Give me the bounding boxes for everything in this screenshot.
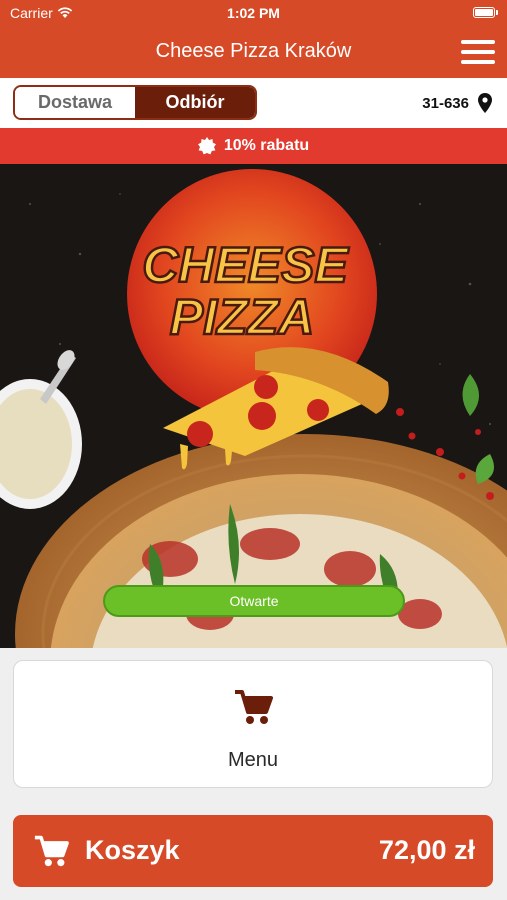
promo-banner: 10% rabatu: [0, 128, 507, 164]
order-mode-bar: Dostawa Odbiór 31-636: [0, 78, 507, 129]
menu-label: Menu: [227, 749, 279, 771]
cart-icon: [235, 690, 273, 724]
svg-text:CHEESE: CHEESE: [142, 237, 349, 293]
page-title: Cheese Pizza Kraków: [155, 40, 352, 62]
app-header: Cheese Pizza Kraków: [0, 26, 507, 78]
clock: 1:02 PM: [227, 5, 280, 21]
hero-illustration: CHEESE PIZZA: [0, 169, 507, 648]
battery-icon: [473, 7, 495, 18]
location-selector[interactable]: 31-636: [422, 93, 492, 113]
status-bar: Carrier 1:02 PM: [0, 0, 507, 26]
zip-code: 31-636: [422, 94, 469, 112]
tab-odbior[interactable]: Odbiór: [135, 87, 255, 118]
cart-icon: [34, 835, 69, 867]
promo-text: 10% rabatu: [223, 137, 310, 154]
svg-text:PIZZA: PIZZA: [170, 289, 314, 345]
open-status-button[interactable]: Otwarte: [103, 585, 405, 617]
parmesan-bowl: [0, 350, 82, 509]
hamburger-menu-icon[interactable]: [461, 39, 495, 65]
battery-tip: [496, 10, 498, 15]
cart-label: Koszyk: [85, 835, 180, 865]
location-pin-icon: [478, 93, 492, 113]
menu-card[interactable]: Menu: [13, 660, 493, 788]
tab-dostawa[interactable]: Dostawa: [15, 87, 135, 118]
basil-leaves: [462, 374, 494, 484]
hero-banner: CHEESE PIZZA: [0, 164, 507, 648]
cart-total: 72,00 zł: [378, 835, 475, 865]
cart-button[interactable]: Koszyk 72,00 zł: [13, 815, 493, 887]
order-mode-toggle: Dostawa Odbiór: [13, 85, 257, 120]
badge-icon: [197, 137, 216, 155]
